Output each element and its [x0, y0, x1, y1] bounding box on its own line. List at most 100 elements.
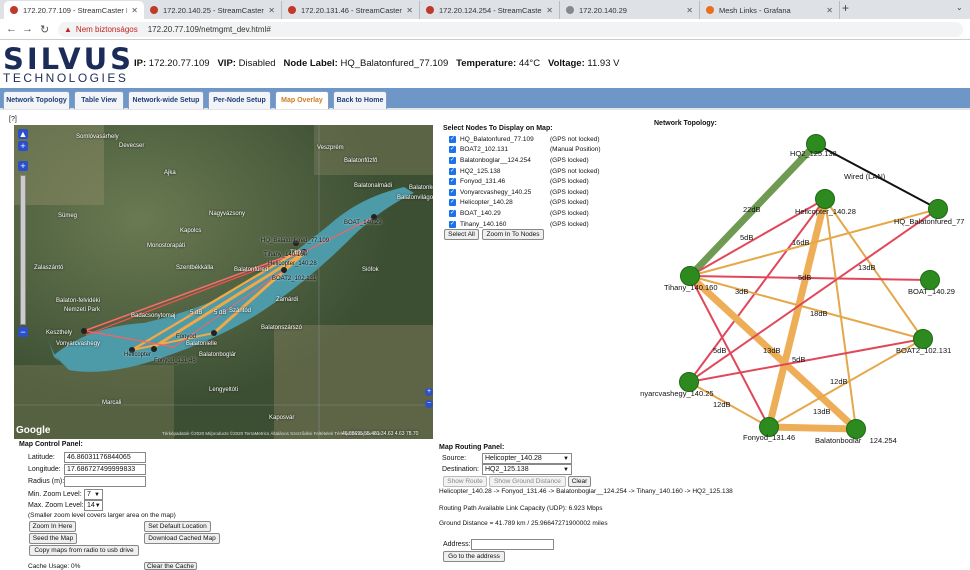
browser-tab-4[interactable]: 172.20.124.254 - StreamCaster MN ✕ [420, 1, 560, 19]
show-route-button[interactable]: Show Route [443, 476, 487, 487]
cache-usage-label: Cache Usage: 0% [28, 563, 81, 570]
topology-link[interactable] [768, 423, 857, 433]
node-select-row[interactable]: ✓ Vonyarcvashegy_140.25 (GPS locked) [449, 187, 649, 198]
map-zoom-in-icon[interactable]: + [425, 388, 433, 396]
new-tab-icon[interactable]: + [842, 1, 849, 15]
zoom-in-here-button[interactable]: Zoom In Here [29, 521, 76, 532]
seed-the-map-button[interactable]: Seed the Map [29, 533, 77, 544]
browser-tab-2[interactable]: 172.20.140.25 - StreamCaster MN ✕ [144, 1, 282, 19]
tab-table-view[interactable]: Table View [74, 91, 124, 109]
map-coord-readout: 46.88695 55.481 34.63 4.63 78.70 [342, 431, 419, 437]
node-select-row[interactable]: ✓ BOAT_140.29 (GPS locked) [449, 208, 649, 219]
topology-link-label: 22dB [743, 205, 761, 214]
show-ground-distance-button[interactable]: Show Ground Distance [489, 476, 566, 487]
checkbox-checked-icon[interactable]: ✓ [449, 209, 456, 217]
checkbox-checked-icon[interactable]: ✓ [449, 199, 456, 207]
checkbox-checked-icon[interactable]: ✓ [449, 135, 456, 143]
close-tab-icon[interactable]: ✕ [826, 6, 833, 15]
tab-network-topology[interactable]: Network Topology [3, 91, 70, 109]
latitude-input[interactable]: 46.86031176844065 [64, 452, 146, 463]
max-zoom-select[interactable]: 14 ▼ [84, 500, 103, 511]
checkbox-checked-icon[interactable]: ✓ [449, 167, 456, 175]
node-label-value: HQ_Balatonfured_77.109 [340, 58, 449, 69]
help-link[interactable]: [?] [9, 116, 17, 123]
checkbox-checked-icon[interactable]: ✓ [449, 188, 456, 196]
map-place-label: Marcali [102, 400, 122, 406]
node-select-row[interactable]: ✓ Fonyod_131.46 (GPS locked) [449, 176, 649, 187]
warning-icon[interactable]: ▲ [64, 25, 72, 34]
node-gps-status: (GPS locked) [550, 209, 589, 217]
radius-input[interactable] [64, 476, 146, 487]
go-to-address-button[interactable]: Go to the address [443, 551, 505, 562]
address-input[interactable] [471, 539, 554, 550]
zoom-in-to-nodes-button[interactable]: Zoom In To Nodes [482, 229, 544, 240]
checkbox-checked-icon[interactable]: ✓ [449, 178, 456, 186]
copy-maps-usb-button[interactable]: Copy maps from radio to usb drive [29, 545, 139, 556]
node-select-row[interactable]: ✓ HQ_Balatonfured_77.109 (GPS not locked) [449, 134, 649, 145]
streamcaster-favicon-icon [426, 6, 434, 14]
clear-route-button[interactable]: Clear [568, 476, 591, 487]
checkbox-checked-icon[interactable]: ✓ [449, 156, 456, 164]
node-select-row[interactable]: ✓ BOAT2_102.131 (Manual Position) [449, 145, 649, 156]
map-zoom-slider[interactable] [20, 175, 26, 325]
node-select-row[interactable]: ✓ Balatonboglar__124.254 (GPS locked) [449, 155, 649, 166]
longitude-input[interactable]: 17.686727499999833 [64, 464, 146, 475]
topology-node-label: BOAT2_102.131 [896, 346, 951, 355]
checkbox-checked-icon[interactable]: ✓ [449, 146, 456, 154]
map-node-label: Tihany_140.160 [264, 252, 307, 258]
url-text[interactable]: 172.20.77.109/netmgmt_dev.html# [148, 25, 271, 34]
tab-per-node-setup[interactable]: Per-Node Setup [208, 91, 271, 109]
map-zoom-in-icon[interactable]: + [18, 161, 28, 171]
browser-tab-6[interactable]: Mesh Links - Grafana ✕ [700, 1, 840, 19]
browser-tab-3[interactable]: 172.20.131.46 - StreamCaster MN ✕ [282, 1, 420, 19]
route-capacity-text: Routing Path Available Link Capacity (UD… [439, 505, 603, 512]
topology-link-label: 13dB [763, 346, 781, 355]
map-node-label: BOAT2_102.131 [272, 276, 317, 282]
reload-icon[interactable]: ↻ [40, 23, 49, 36]
tab-title: 172.20.140.25 - StreamCaster MN [163, 5, 264, 15]
topology-node[interactable] [815, 189, 835, 209]
map-zoom-out-icon[interactable]: − [18, 327, 28, 337]
node-name: Helicopter_140.28 [460, 199, 513, 207]
min-zoom-select[interactable]: 7 ▼ [84, 489, 103, 500]
node-gps-status: (GPS locked) [550, 199, 589, 207]
map-place-label: Nemzeti Park [64, 307, 101, 313]
close-tab-icon[interactable]: ✕ [546, 6, 553, 15]
node-select-row[interactable]: ✓ Helicopter_140.28 (GPS locked) [449, 198, 649, 209]
destination-select[interactable]: HQ2_125.138 ▼ [482, 464, 572, 475]
browser-tab-1[interactable]: 172.20.77.109 - StreamCaster MN ✕ [4, 1, 144, 19]
node-select-row[interactable]: ✓ HQ2_125.138 (GPS not locked) [449, 166, 649, 177]
tab-map-overlay[interactable]: Map Overlay [275, 91, 329, 109]
tab-back-to-home[interactable]: Back to Home [333, 91, 387, 109]
node-select-row[interactable]: ✓ Tihany_140.160 (GPS locked) [449, 219, 649, 230]
close-tab-icon[interactable]: ✕ [268, 6, 275, 15]
url-field[interactable]: ▲ Nem biztonságos 172.20.77.109/netmgmt_… [58, 22, 963, 37]
map-pan-up-icon[interactable]: ▲ [18, 129, 28, 139]
set-default-location-button[interactable]: Set Default Location [144, 521, 211, 532]
satellite-map[interactable]: ▲ + + − + − Somlóvasárhely Devecser Veszpr… [14, 125, 433, 439]
source-select[interactable]: Helicopter_140.28 ▼ [482, 453, 572, 464]
forward-arrow-icon[interactable]: → [22, 23, 33, 35]
topology-node-label: Balatonboglar__124.254 [815, 436, 897, 443]
map-place-label: Keszthely [46, 330, 73, 336]
not-secure-label[interactable]: Nem biztonságos [76, 25, 138, 34]
tab-search-chevron-icon[interactable]: ⌄ [956, 3, 963, 12]
topology-node[interactable] [928, 199, 948, 219]
close-tab-icon[interactable]: ✕ [131, 6, 138, 15]
browser-tab-5[interactable]: 172.20.140.29 ✕ [560, 1, 700, 19]
back-arrow-icon[interactable]: ← [6, 23, 17, 35]
select-all-button[interactable]: Select All [444, 229, 479, 240]
checkbox-checked-icon[interactable]: ✓ [449, 220, 456, 228]
network-topology-graph[interactable]: 22dB Wired (LAN) 5dB 18dB 16dB 5dB 13dB 3dB 13dB… [640, 128, 970, 443]
close-tab-icon[interactable]: ✕ [686, 6, 693, 15]
tab-network-wide-setup[interactable]: Network-wide Setup [128, 91, 204, 109]
map-place-label: Kapolcs [180, 228, 202, 234]
download-cached-map-button[interactable]: Download Cached Map [144, 533, 220, 544]
close-tab-icon[interactable]: ✕ [406, 6, 413, 15]
route-path-text: Helicopter_140.28 -> Fonyod_131.46 -> Ba… [439, 488, 733, 495]
map-place-label: Vonyarcvashegy [56, 341, 101, 347]
map-zoom-out-icon[interactable]: − [425, 400, 433, 408]
clear-cache-button[interactable]: Clear the Cache [144, 562, 197, 570]
map-zoom-in-icon[interactable]: + [18, 141, 28, 151]
map-right-controls: + − [425, 388, 433, 420]
